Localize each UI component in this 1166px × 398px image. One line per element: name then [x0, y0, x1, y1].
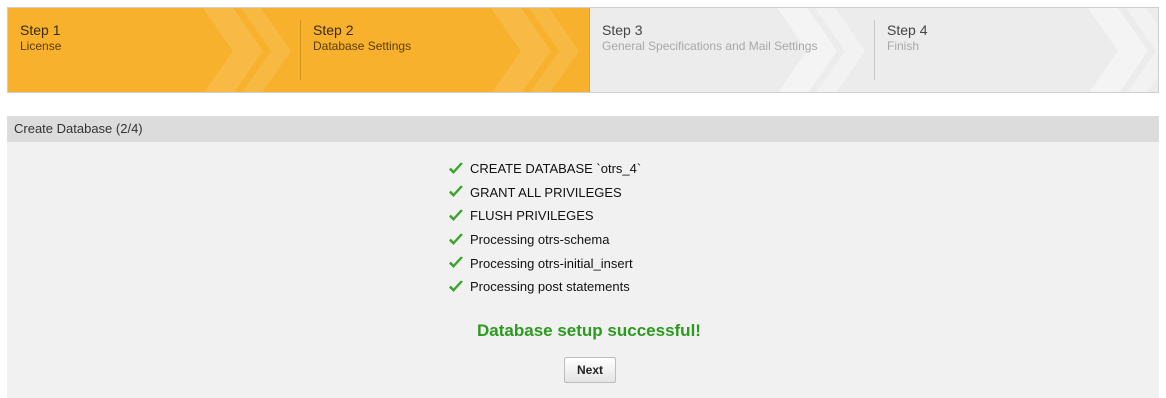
step-1-title: Step 1 — [20, 22, 61, 38]
list-item: CREATE DATABASE `otrs_4` — [448, 157, 641, 181]
list-item: Processing otrs-schema — [448, 228, 641, 252]
create-database-widget: Create Database (2/4) CREATE DATABASE `o… — [7, 116, 1159, 398]
check-icon — [449, 256, 463, 269]
check-icon — [449, 162, 463, 174]
step-2: Step 2 Database Settings — [301, 8, 589, 92]
check-icon — [449, 185, 463, 198]
step-2-title: Step 2 — [313, 22, 354, 38]
list-item: FLUSH PRIVILEGES — [448, 204, 641, 228]
check-icon — [449, 280, 463, 292]
step-1: Step 1 License — [8, 8, 301, 92]
list-item-text: CREATE DATABASE `otrs_4` — [470, 161, 642, 177]
installer-steps: Step 1 License Step 2 Database Settings … — [7, 7, 1159, 93]
check-icon — [449, 209, 463, 221]
step-3: Step 3 General Specifications and Mail S… — [589, 8, 875, 92]
list-item-text: GRANT ALL PRIVILEGES — [470, 184, 622, 200]
success-message: Database setup successful! — [477, 321, 701, 340]
list-item: Processing post statements — [448, 275, 641, 299]
step-4-title: Step 4 — [887, 22, 928, 38]
widget-title: Create Database (2/4) — [7, 116, 1159, 142]
next-button[interactable]: Next — [564, 357, 616, 383]
list-item: GRANT ALL PRIVILEGES — [448, 181, 641, 205]
list-item-text: Processing otrs-schema — [470, 232, 610, 248]
check-icon — [449, 233, 463, 245]
step-3-title: Step 3 — [602, 22, 643, 38]
step-3-desc: General Specifications and Mail Settings — [602, 39, 818, 53]
step-4: Step 4 Finish — [875, 8, 1158, 92]
list-item-text: FLUSH PRIVILEGES — [470, 208, 594, 224]
step-4-desc: Finish — [887, 39, 920, 53]
result-list: CREATE DATABASE `otrs_4` GRANT ALL PRIVI… — [448, 157, 641, 299]
step-2-desc: Database Settings — [313, 39, 412, 53]
list-item-text: Processing post statements — [470, 279, 630, 295]
step-1-desc: License — [20, 39, 62, 53]
list-item-text: Processing otrs-initial_insert — [470, 255, 633, 271]
list-item: Processing otrs-initial_insert — [448, 251, 641, 275]
